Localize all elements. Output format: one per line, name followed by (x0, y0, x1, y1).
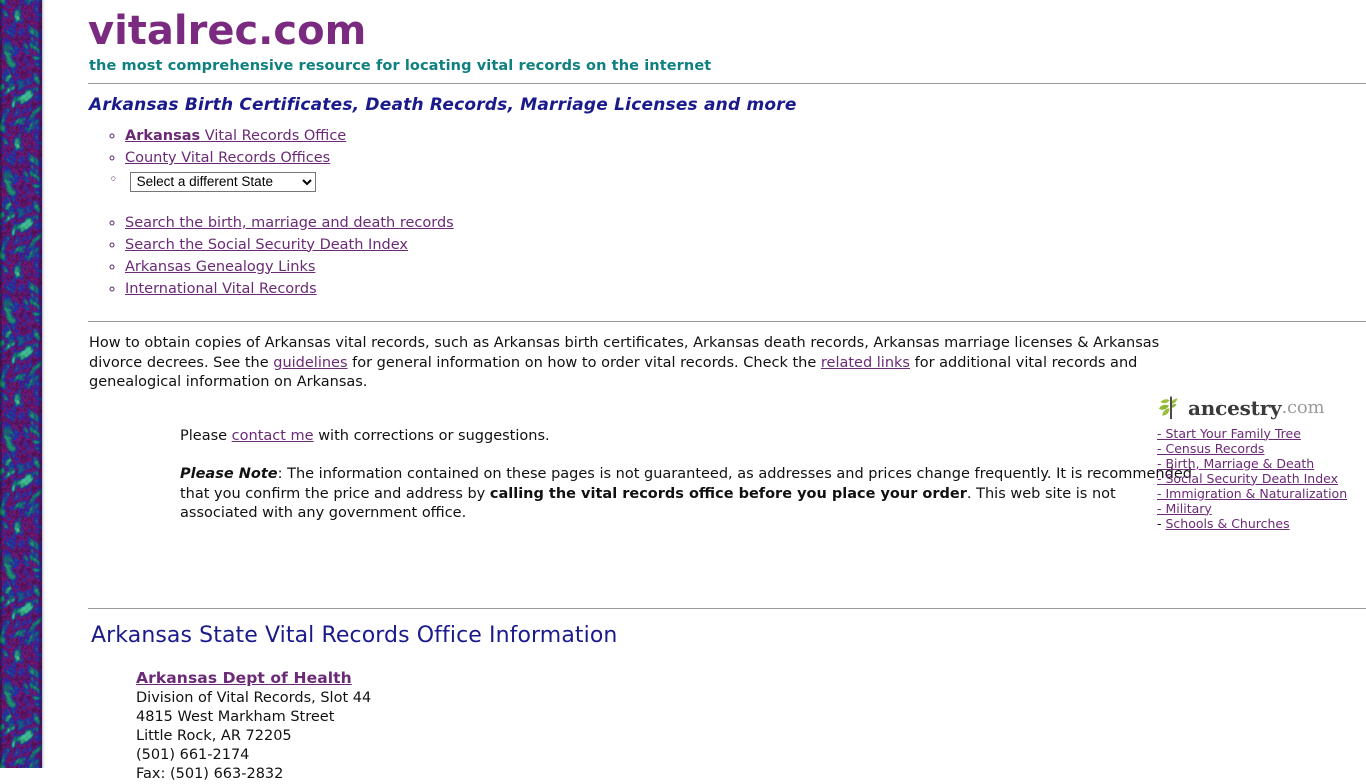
link-label: Census Records (1165, 440, 1265, 456)
link-start-your-family-tree[interactable]: - Start Your Family Tree (1157, 426, 1301, 441)
link-label: Military (1165, 500, 1212, 516)
list-item: Arkansas Vital Records Office (125, 127, 1366, 147)
list-item: Search the Social Security Death Index (125, 236, 1366, 256)
please-note-bold: calling the vital records office before … (489, 485, 967, 502)
site-title: vitalrec.com (88, 8, 367, 54)
list-item-state-select: Select a different State (109, 171, 1366, 192)
site-tagline: the most comprehensive resource for loca… (89, 58, 712, 74)
intro-text-2: for general information on how to order … (347, 354, 821, 371)
link-rest-part: Vital Records Office (200, 128, 347, 144)
list-item: - Start Your Family Tree (1157, 426, 1357, 441)
list-item: - Military (1157, 501, 1357, 516)
office-address-line: 4815 West Markham Street (136, 708, 335, 725)
office-address-line: Division of Vital Records, Slot 44 (136, 689, 372, 706)
list-item: Search the birth, marriage and death rec… (125, 214, 1366, 234)
link-guidelines[interactable]: guidelines (273, 355, 347, 371)
office-fax: Fax: (501) 663-2832 (136, 765, 284, 782)
link-contact-me[interactable]: contact me (232, 428, 314, 444)
notes-column: Please contact me with corrections or su… (180, 427, 1195, 524)
link-county-vital-records-offices[interactable]: County Vital Records Offices (125, 150, 330, 166)
office-phone: (501) 661-2174 (136, 746, 250, 763)
ancestry-leaf-icon (1159, 396, 1178, 419)
please-note-colon: : (277, 466, 288, 482)
office-section-heading: Arkansas State Vital Records Office Info… (91, 622, 618, 648)
contact-text-pre: Please (180, 427, 232, 444)
link-military[interactable]: - Military (1157, 501, 1212, 516)
list-item: - Census Records (1157, 441, 1357, 456)
office-details: Arkansas Dept of Health Division of Vita… (45, 648, 1366, 784)
ancestry-wordmark: ancestry (1188, 395, 1282, 420)
please-note-label: Please Note (180, 466, 278, 482)
page-title: Arkansas Birth Certificates, Death Recor… (89, 95, 797, 115)
ancestry-dotcom: .com (1281, 397, 1325, 418)
list-item: - Immigration & Naturalization (1157, 486, 1357, 501)
decorative-left-border-edge (42, 0, 45, 768)
list-item: - Social Security Death Index (1157, 471, 1357, 486)
contact-paragraph: Please contact me with corrections or su… (180, 427, 1195, 447)
link-arkansas-genealogy-links[interactable]: Arkansas Genealogy Links (125, 259, 315, 275)
list-item: - Schools & Churches (1157, 516, 1357, 531)
office-address-line: Little Rock, AR 72205 (136, 727, 292, 744)
link-label: Immigration & Naturalization (1165, 485, 1348, 501)
list-item: International Vital Records (125, 280, 1366, 300)
intro-paragraph: How to obtain copies of Arkansas vital r… (45, 322, 1194, 393)
primary-nav-list: Arkansas Vital Records Office County Vit… (45, 127, 1366, 192)
state-select[interactable]: Select a different State (129, 171, 316, 192)
link-international-vital-records[interactable]: International Vital Records (125, 281, 317, 297)
ancestry-logo[interactable]: ancestry .com (1157, 393, 1357, 423)
link-search-birth-marriage-death[interactable]: Search the birth, marriage and death rec… (125, 215, 454, 231)
link-label: Social Security Death Index (1165, 470, 1339, 486)
link-immigration-naturalization[interactable]: - Immigration & Naturalization (1157, 486, 1347, 501)
list-item: County Vital Records Offices (125, 149, 1366, 169)
link-arkansas-dept-of-health[interactable]: Arkansas Dept of Health (136, 669, 352, 687)
link-label: Start Your Family Tree (1165, 425, 1301, 441)
contact-text-post: with corrections or suggestions. (313, 427, 550, 444)
decorative-left-border (0, 0, 42, 768)
link-census-records[interactable]: - Census Records (1157, 441, 1264, 456)
link-label: Birth, Marriage & Death (1165, 455, 1315, 471)
link-bold-part: Arkansas (125, 128, 201, 144)
link-arkansas-vital-records-office[interactable]: Arkansas Vital Records Office (125, 128, 346, 144)
list-item: Arkansas Genealogy Links (125, 258, 1366, 278)
ancestry-promo-box: ancestry .com - Start Your Family Tree - … (1157, 393, 1357, 531)
link-related-links[interactable]: related links (821, 355, 910, 371)
please-note-paragraph: Please Note: The information contained o… (180, 465, 1195, 524)
secondary-nav-list: Search the birth, marriage and death rec… (45, 214, 1366, 300)
link-schools-churches[interactable]: Schools & Churches (1165, 516, 1289, 531)
page-content: vitalrec.com the most comprehensive reso… (45, 0, 1366, 782)
link-search-ssdi[interactable]: Search the Social Security Death Index (125, 237, 408, 253)
middle-section: Please contact me with corrections or su… (45, 393, 1366, 608)
ancestry-link-list: - Start Your Family Tree - Census Record… (1157, 426, 1357, 531)
list-item: - Birth, Marriage & Death (1157, 456, 1357, 471)
link-social-security-death-index[interactable]: - Social Security Death Index (1157, 471, 1338, 486)
link-birth-marriage-death[interactable]: - Birth, Marriage & Death (1157, 456, 1314, 471)
